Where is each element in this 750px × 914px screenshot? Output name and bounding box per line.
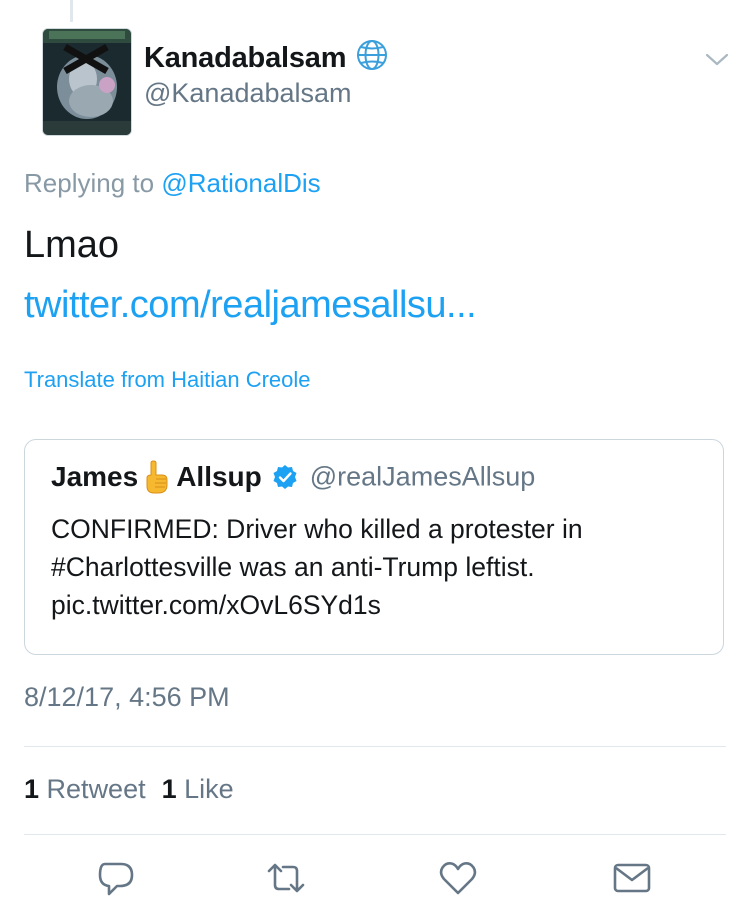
retweet-icon[interactable] bbox=[265, 858, 307, 898]
quoted-line-2: #Charlottesville was an anti-Trump lefti… bbox=[51, 552, 535, 582]
avatar[interactable] bbox=[42, 28, 132, 136]
replying-to-mention[interactable]: @RationalDis bbox=[161, 168, 320, 198]
quoted-line-3: pic.twitter.com/xOvL6SYd1s bbox=[51, 590, 381, 620]
quoted-line-1: CONFIRMED: Driver who killed a protester… bbox=[51, 514, 583, 544]
tweet-text: Lmao bbox=[24, 224, 120, 266]
retweet-label[interactable]: Retweet bbox=[47, 774, 146, 804]
display-name[interactable]: Kanadabalsam bbox=[144, 42, 347, 75]
quoted-tweet[interactable]: James Allsup @realJamesAllsup CONFIRMED:… bbox=[24, 439, 724, 655]
tweet-header: Kanadabalsam @Kanadabalsam bbox=[24, 22, 729, 140]
envelope-icon[interactable] bbox=[611, 858, 653, 898]
quoted-tweet-header: James Allsup @realJamesAllsup bbox=[51, 460, 535, 496]
replying-to: Replying to @RationalDis bbox=[24, 168, 321, 199]
tweet-timestamp: 8/12/17, 4:56 PM bbox=[24, 682, 230, 712]
chevron-down-icon[interactable] bbox=[704, 50, 730, 70]
quoted-name-first: James bbox=[51, 461, 139, 492]
username[interactable]: @Kanadabalsam bbox=[144, 78, 352, 109]
pointing-up-emoji-icon bbox=[146, 460, 168, 494]
verified-icon bbox=[273, 465, 297, 489]
heart-icon[interactable] bbox=[437, 858, 479, 898]
quoted-tweet-text: CONFIRMED: Driver who killed a protester… bbox=[51, 510, 711, 624]
like-label[interactable]: Like bbox=[184, 774, 234, 804]
quoted-handle: @realJamesAllsup bbox=[309, 461, 536, 492]
tweet-stats: 1 Retweet 1 Like bbox=[24, 774, 234, 805]
translate-link[interactable]: Translate from Haitian Creole bbox=[24, 367, 311, 393]
replying-prefix: Replying to bbox=[24, 168, 162, 198]
tweet-link[interactable]: twitter.com/realjamesallsu... bbox=[24, 284, 477, 327]
divider-top bbox=[24, 746, 726, 747]
retweet-count[interactable]: 1 bbox=[24, 774, 39, 804]
quoted-name-last: Allsup bbox=[176, 461, 262, 492]
divider-bottom bbox=[24, 834, 726, 835]
globe-icon bbox=[357, 40, 387, 70]
reply-icon[interactable] bbox=[95, 858, 137, 898]
like-count[interactable]: 1 bbox=[162, 774, 177, 804]
thread-connector-line bbox=[70, 0, 73, 22]
